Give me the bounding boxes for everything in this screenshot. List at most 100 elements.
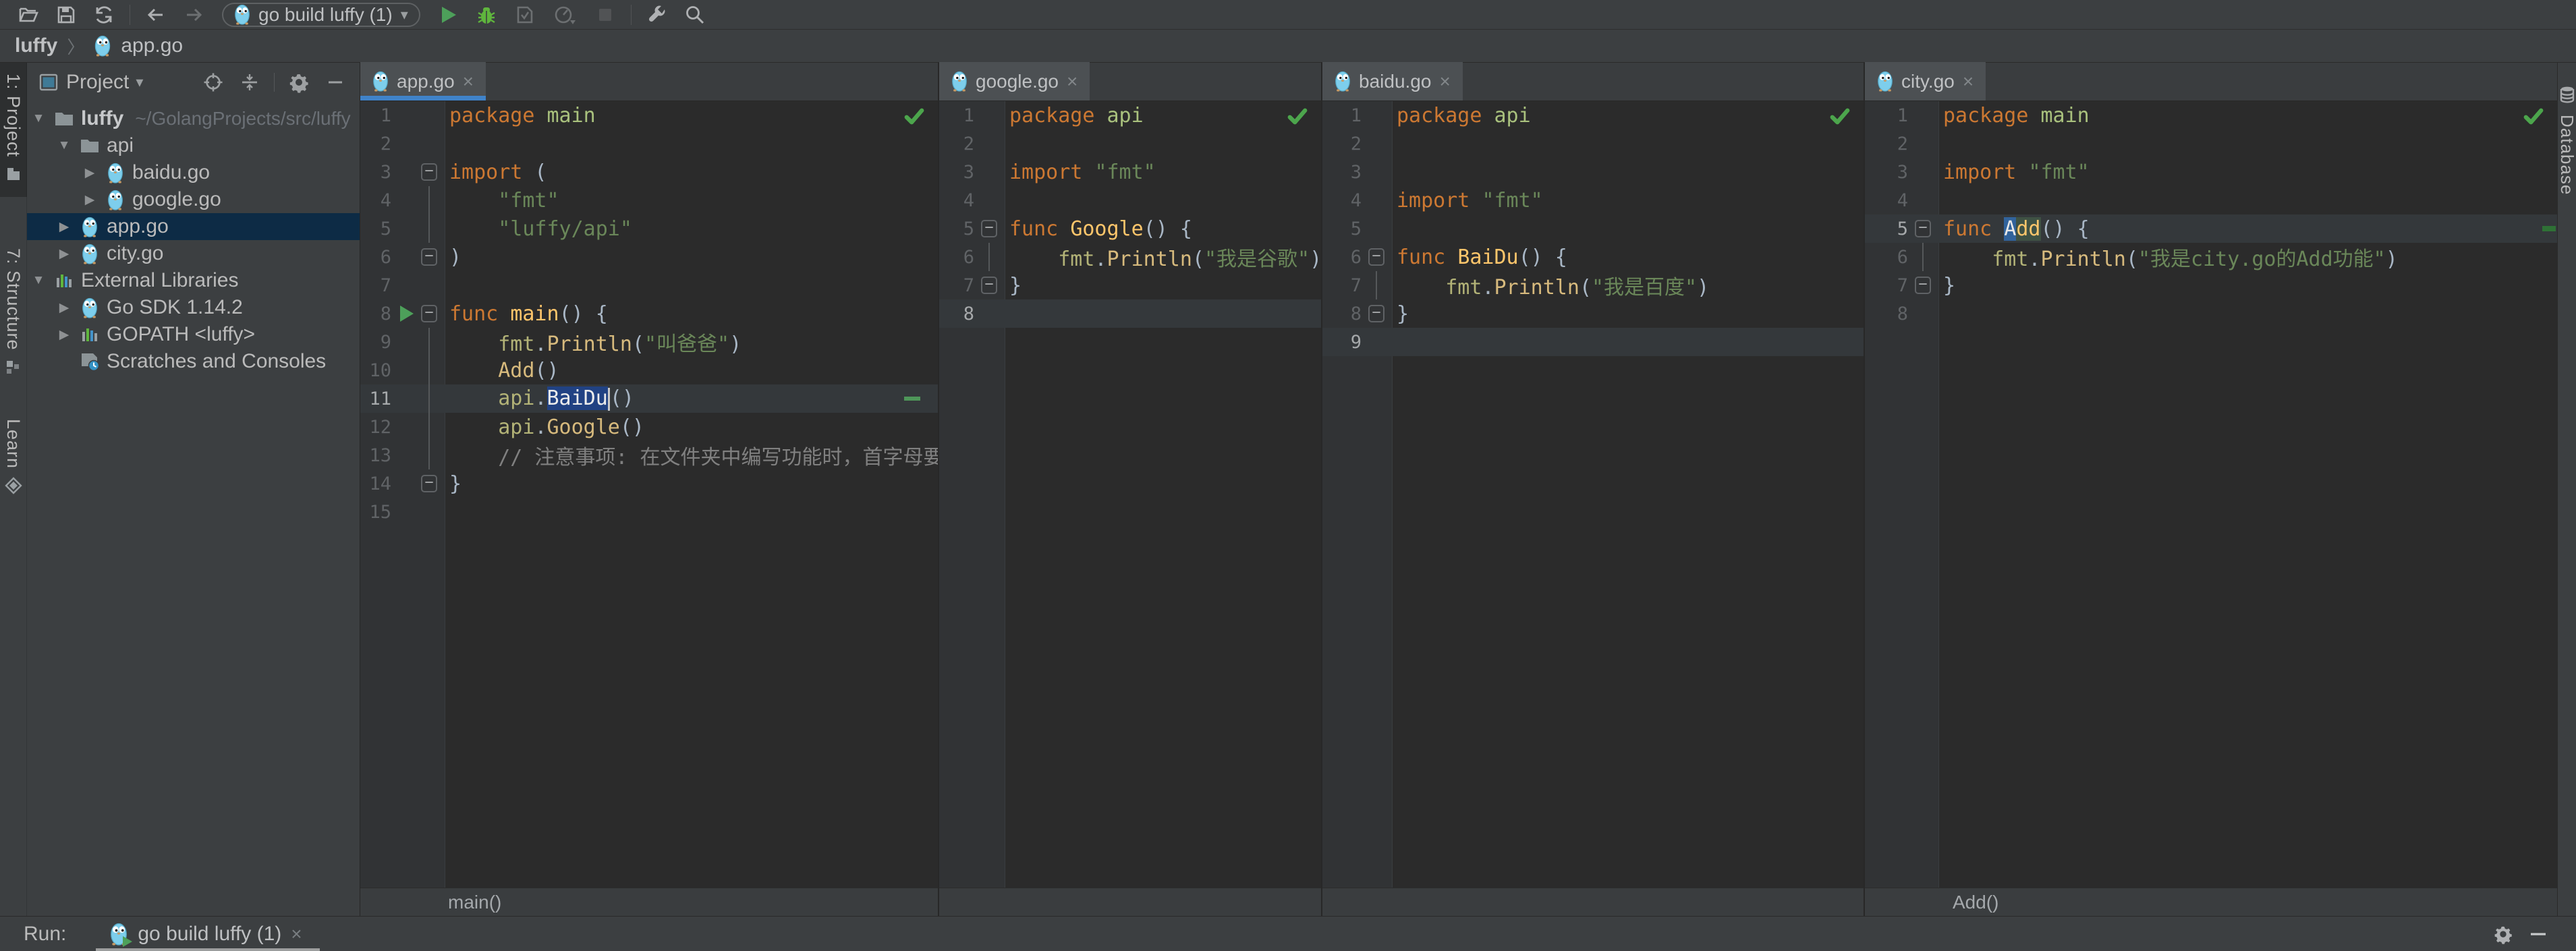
code-line: 8−} [1322,299,1864,328]
code-line: 2 [1322,129,1864,158]
code-editor[interactable]: 1package api234import "fmt"56−func BaiDu… [1322,101,1864,888]
tree-item-luffy[interactable]: ▼luffy~/GolangProjects/src/luffy [27,105,360,132]
line-number: 6 [1322,247,1366,268]
chevron-right-icon[interactable]: ▶ [55,219,73,235]
code-editor[interactable]: 1package api23import "fmt"45−func Google… [939,101,1321,888]
gopher-icon [79,297,101,318]
hide-panel-icon[interactable] [320,69,350,96]
workspace: 1: Project 7: Structure Learn Project ▾ [0,63,2576,916]
coverage-icon [505,1,543,28]
fold-gutter-slot [978,186,1000,214]
fold-gutter-slot [1366,101,1387,129]
tab-close-icon[interactable]: × [1439,72,1450,91]
back-icon[interactable] [137,1,175,28]
chevron-down-icon[interactable]: ▼ [30,273,47,288]
wrench-icon[interactable] [638,1,676,28]
hide-panel-icon[interactable] [2521,919,2556,949]
tree-item-app.go[interactable]: ▶app.go [27,213,360,240]
save-all-icon[interactable] [47,1,85,28]
open-folder-icon[interactable] [9,1,47,28]
code-line: 3import "fmt" [939,158,1321,186]
chevron-right-icon[interactable]: ▶ [81,165,99,181]
chevron-down-icon[interactable]: ▾ [136,74,143,91]
editor-breadcrumb[interactable] [1322,888,1864,916]
code-text: "fmt" [449,189,559,212]
locate-file-icon[interactable] [198,69,228,96]
code-text: import "fmt" [1009,161,1156,184]
go-file-icon [951,71,968,92]
vcs-change-marker [2542,226,2556,231]
fold-marker[interactable]: − [421,305,437,322]
run-function-icon[interactable] [400,306,414,322]
editor-tab-google.go[interactable]: google.go× [939,62,1090,100]
tree-item-google.go[interactable]: ▶google.go [27,186,360,213]
tree-item-scratches-and-consoles[interactable]: Scratches and Consoles [27,348,360,375]
code-line: 2 [1865,129,2557,158]
fold-gutter-slot [418,214,440,243]
chevron-down-icon[interactable]: ▼ [30,111,47,126]
chevron-right-icon[interactable]: ▶ [81,192,99,208]
tab-close-icon[interactable]: × [1067,72,1077,91]
fold-marker[interactable]: − [421,475,437,492]
editor-breadcrumb[interactable]: main() [360,888,938,916]
tool-stripe-learn[interactable]: Learn [0,408,27,509]
line-number: 7 [1322,275,1366,296]
code-text: } [1397,302,1409,326]
tree-item-external-libraries[interactable]: ▼External Libraries [27,267,360,294]
close-icon[interactable]: × [291,923,302,945]
gear-icon[interactable] [2486,919,2521,949]
tab-close-icon[interactable]: × [463,72,474,91]
chevron-right-icon[interactable]: ▶ [55,300,73,316]
code-editor[interactable]: 1package main23−import (4 "fmt"5 "luffy/… [360,101,938,888]
debug-icon[interactable] [468,1,505,28]
chevron-down-icon[interactable]: ▼ [55,138,73,153]
fold-marker[interactable]: − [1915,220,1931,237]
tree-item-go-sdk-1.14.2[interactable]: ▶Go SDK 1.14.2 [27,294,360,321]
fold-gutter-slot [418,129,440,158]
tree-item-api[interactable]: ▼api [27,132,360,159]
breadcrumb-project[interactable]: luffy [15,34,57,57]
editor-tab-bar: baidu.go× [1322,63,1864,101]
line-number: 13 [360,445,395,466]
line-number: 7 [939,275,978,296]
editor-tab-city.go[interactable]: city.go× [1865,62,1986,100]
tree-item-baidu.go[interactable]: ▶baidu.go [27,159,360,186]
fold-marker[interactable]: − [421,163,437,181]
fold-marker[interactable]: − [981,277,997,294]
tree-item-city.go[interactable]: ▶city.go [27,240,360,267]
fold-marker[interactable]: − [1915,277,1931,294]
forward-icon [175,1,213,28]
fold-gutter-slot: − [418,469,440,498]
editor-tab-app.go[interactable]: app.go× [360,62,486,100]
editor-tab-baidu.go[interactable]: baidu.go× [1322,62,1463,100]
sync-icon[interactable] [85,1,123,28]
fold-gutter-slot [1366,129,1387,158]
folder-icon [53,108,75,129]
tree-item-label: Scratches and Consoles [107,350,326,373]
chevron-right-icon[interactable]: ▶ [55,327,73,343]
project-icon [5,165,22,186]
fold-gutter-slot [418,498,440,526]
fold-marker[interactable]: − [1368,248,1384,266]
editor-breadcrumb[interactable] [939,888,1321,916]
collapse-all-icon[interactable] [235,69,264,96]
fold-marker[interactable]: − [1368,305,1384,322]
tab-close-icon[interactable]: × [1963,72,1973,91]
code-editor[interactable]: 1package main23import "fmt"45−func Add()… [1865,101,2557,888]
fold-marker[interactable]: − [421,248,437,266]
tool-stripe-project[interactable]: 1: Project [0,63,27,197]
search-icon[interactable] [676,1,714,28]
fold-marker[interactable]: − [981,220,997,237]
chevron-right-icon[interactable]: ▶ [55,246,73,262]
run-tab-label: go build luffy (1) [138,923,281,946]
run-tab[interactable]: go build luffy (1) × [96,917,319,951]
tool-stripe-structure[interactable]: 7: Structure [0,237,27,391]
editor-breadcrumb[interactable]: Add() [1865,888,2557,916]
gear-icon[interactable] [284,69,314,96]
fold-gutter-slot: − [1366,243,1387,271]
breadcrumb-file[interactable]: app.go [121,34,183,57]
run-config-selector[interactable]: go build luffy (1)▾ [222,3,420,27]
tree-item-gopath-luffy-[interactable]: ▶GOPATH <luffy> [27,321,360,348]
project-panel-title[interactable]: Project [66,71,129,94]
run-icon[interactable] [430,1,468,28]
